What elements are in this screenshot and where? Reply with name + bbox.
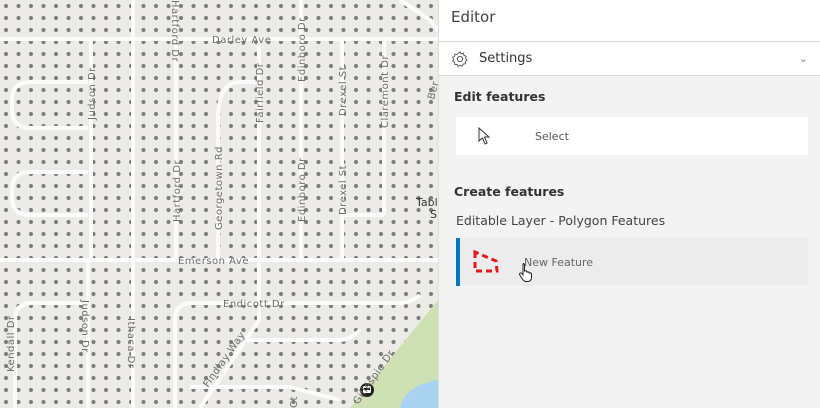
select-label: Select	[535, 129, 569, 143]
cursor-arrow-icon	[478, 127, 491, 145]
street-label: Emerson Ave	[178, 256, 249, 267]
editor-title: Editor	[439, 0, 820, 42]
edit-features-heading: Edit features	[454, 89, 546, 104]
chevron-down-icon: ⌄	[798, 52, 808, 65]
street-label: Judson Dr	[87, 67, 98, 121]
street-label: Ithaca Dr	[125, 318, 136, 369]
street-label: Darley Ave	[212, 35, 271, 46]
gear-icon	[451, 50, 468, 67]
street-label: Judson Dr	[79, 299, 90, 353]
editor-panel: Editor Settings ⌄ Edit features Select C…	[438, 0, 820, 408]
settings-label: Settings	[479, 51, 533, 66]
new-feature-template[interactable]: New Feature	[456, 238, 808, 286]
street-label: Edinboro Dr	[297, 17, 308, 82]
street-label: Ct	[289, 396, 300, 408]
street-label: Endicott Dr	[223, 299, 285, 310]
street-label: Drexel St	[338, 66, 349, 116]
select-tool-button[interactable]: Select	[456, 117, 808, 155]
basemap: Darley Ave Emerson Ave Endicott Dr Judso…	[0, 0, 438, 408]
place-label: S	[430, 208, 437, 221]
street-label: Drexel St	[338, 165, 349, 215]
polygon-icon	[473, 249, 499, 273]
street-label: Hartford Dr	[169, 0, 180, 62]
layer-name: Editable Layer - Polygon Features	[456, 213, 666, 228]
street-label: Edinboro Dr	[297, 157, 308, 222]
map-view[interactable]: Darley Ave Emerson Ave Endicott Dr Judso…	[0, 0, 438, 408]
create-features-heading: Create features	[454, 184, 565, 199]
street-label: Kendall Dr	[6, 315, 17, 372]
new-feature-label: New Feature	[524, 255, 594, 269]
street-label: Claremont Dr	[380, 55, 391, 128]
settings-toggle[interactable]: Settings ⌄	[439, 42, 820, 76]
hand-pointer-icon	[519, 263, 532, 282]
street-label: Fairfield Dr	[255, 62, 266, 123]
street-label: Georgetown Rd	[214, 146, 225, 230]
street-label: Hartford Dr	[172, 160, 183, 222]
